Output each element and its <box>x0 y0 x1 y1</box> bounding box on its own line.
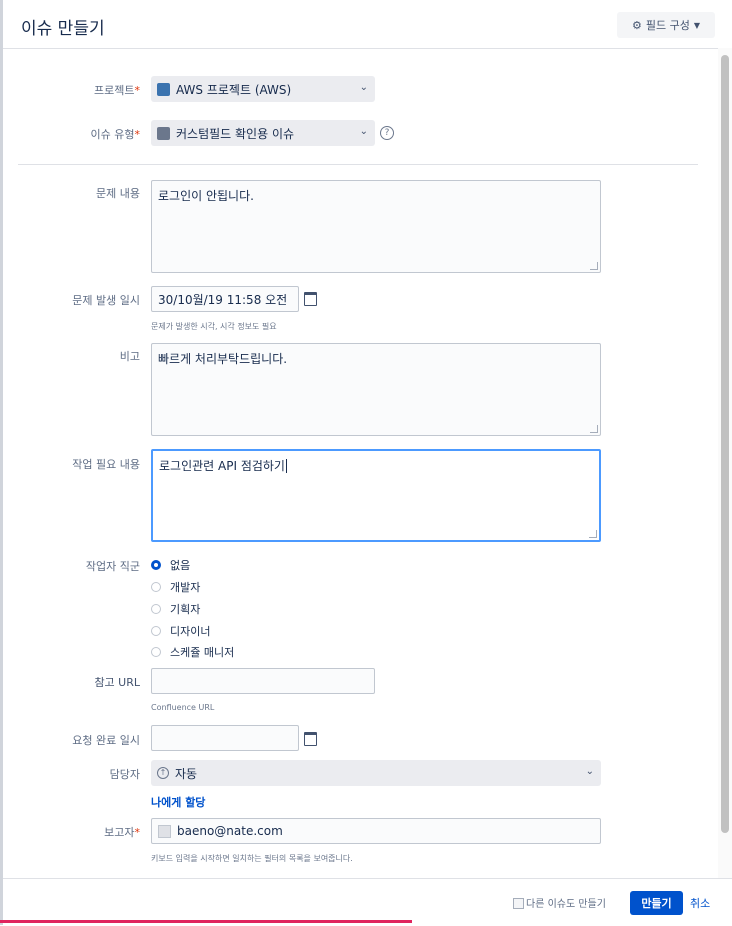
create-button[interactable]: 만들기 <box>630 891 683 915</box>
scrollbar-thumb[interactable] <box>721 55 729 833</box>
ref-url-input[interactable] <box>151 668 375 694</box>
assignee-select[interactable]: ↑ 자동 ⌄ <box>151 760 601 786</box>
create-another-checkbox[interactable] <box>513 898 524 909</box>
calendar-icon[interactable] <box>304 292 317 306</box>
radio-button[interactable] <box>151 647 161 657</box>
note-textarea[interactable]: 빠르게 처리부탁드립니다. <box>151 343 601 436</box>
radio-button[interactable] <box>151 582 161 592</box>
assign-to-me-link[interactable]: 나에게 할당 <box>151 794 205 810</box>
create-another-label[interactable]: 다른 이슈도 만들기 <box>526 895 606 910</box>
radio-button[interactable] <box>151 560 161 570</box>
role-option-designer[interactable]: 디자이너 <box>151 623 210 639</box>
issue-type-label: 이슈 유형* <box>90 128 140 141</box>
resize-handle[interactable] <box>590 425 598 433</box>
role-option-label: 기획자 <box>170 603 201 616</box>
ref-url-label: 참고 URL <box>94 676 140 689</box>
role-option-planner[interactable]: 기획자 <box>151 601 200 617</box>
note-value: 빠르게 처리부탁드립니다. <box>158 352 288 366</box>
work-label: 작업 필요 내용 <box>72 458 140 471</box>
reporter-hint: 키보드 입력을 시작하면 일치하는 필터의 목록을 보여줍니다. <box>151 854 353 863</box>
note-label: 비고 <box>119 350 140 363</box>
role-option-developer[interactable]: 개발자 <box>151 579 200 595</box>
help-icon[interactable]: ? <box>380 126 394 140</box>
gear-icon: ⚙ <box>631 18 642 32</box>
issue-type-select[interactable]: 커스텀필드 확인용 이슈 ⌄ <box>151 120 375 146</box>
problem-label: 문제 내용 <box>96 187 140 200</box>
calendar-icon[interactable] <box>304 732 317 746</box>
dialog-header: 이슈 만들기 ⚙ 필드 구성 ▼ <box>3 0 732 49</box>
chevron-down-icon: ⌄ <box>585 766 594 777</box>
role-option-label: 디자이너 <box>170 625 211 638</box>
reporter-input[interactable]: baeno@nate.com <box>151 818 601 844</box>
caret-down-icon: ▼ <box>693 20 700 30</box>
role-label: 작업자 직군 <box>85 560 140 573</box>
chevron-down-icon: ⌄ <box>359 126 368 137</box>
problem-value: 로그인이 안됩니다. <box>158 189 254 203</box>
problem-textarea[interactable]: 로그인이 안됩니다. <box>151 180 601 273</box>
dialog-footer <box>3 878 732 926</box>
field-config-button[interactable]: ⚙ 필드 구성 ▼ <box>617 12 715 38</box>
project-value: AWS 프로젝트 (AWS) <box>176 82 292 97</box>
progress-bar <box>0 920 412 923</box>
issue-type-value: 커스텀필드 확인용 이슈 <box>176 126 295 141</box>
radio-button[interactable] <box>151 604 161 614</box>
occurred-label: 문제 발생 일시 <box>72 294 140 307</box>
request-done-date-input[interactable] <box>151 725 299 751</box>
role-option-label: 스케쥴 매니저 <box>170 646 235 659</box>
role-option-label: 없음 <box>170 559 191 572</box>
role-option-none[interactable]: 없음 <box>151 557 190 573</box>
occurred-date-input[interactable]: 30/10월/19 11:58 오전 <box>151 286 299 312</box>
resize-handle[interactable] <box>590 262 598 270</box>
request-done-label: 요청 완료 일시 <box>72 734 140 747</box>
divider <box>18 164 698 165</box>
chevron-down-icon: ⌄ <box>359 82 368 93</box>
ref-url-hint: Confluence URL <box>151 703 215 712</box>
resize-handle[interactable] <box>589 530 597 538</box>
project-icon <box>157 82 170 96</box>
project-label: 프로젝트* <box>94 84 140 97</box>
work-value: 로그인관련 API 점검하기 <box>159 459 285 473</box>
issue-type-icon <box>157 126 170 140</box>
text-cursor <box>285 459 287 473</box>
occurred-hint: 문제가 발생한 시각, 시각 정보도 필요 <box>151 322 277 331</box>
work-textarea[interactable]: 로그인관련 API 점검하기 <box>151 449 601 542</box>
cancel-button[interactable]: 취소 <box>690 895 710 911</box>
avatar <box>158 824 171 838</box>
automatic-icon: ↑ <box>157 767 169 779</box>
assignee-value: 자동 <box>175 766 198 781</box>
radio-button[interactable] <box>151 626 161 636</box>
reporter-value: baeno@nate.com <box>177 824 283 838</box>
reporter-label: 보고자* <box>104 826 140 839</box>
role-option-label: 개발자 <box>170 581 201 594</box>
assignee-label: 담당자 <box>109 768 140 781</box>
project-select[interactable]: AWS 프로젝트 (AWS) ⌄ <box>151 76 375 102</box>
dialog-title: 이슈 만들기 <box>21 19 105 39</box>
occurred-value: 30/10월/19 11:58 오전 <box>158 292 288 307</box>
role-option-schedule-manager[interactable]: 스케쥴 매니저 <box>151 644 234 660</box>
field-config-label: 필드 구성 <box>645 19 690 32</box>
